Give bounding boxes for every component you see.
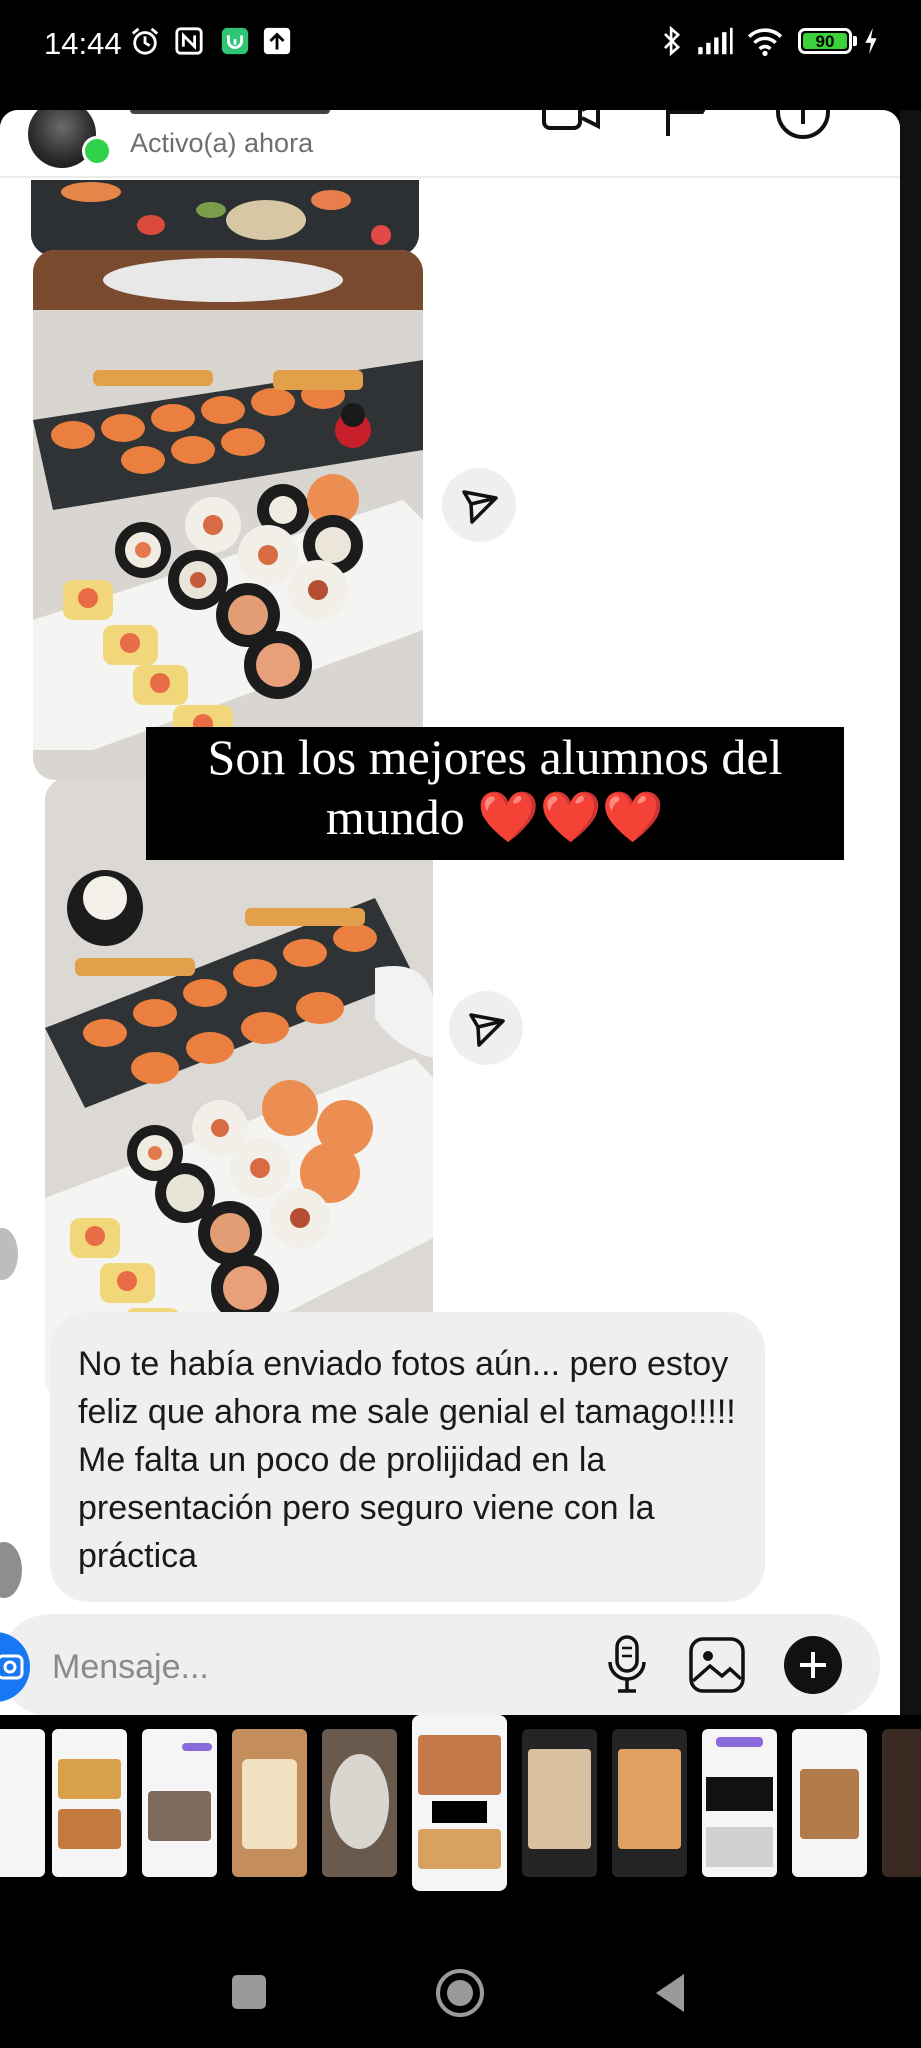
alarm-icon [131,27,159,55]
message-input-bar[interactable]: Mensaje... [0,1614,880,1715]
add-button[interactable] [784,1636,842,1694]
home-button[interactable] [434,1967,486,2019]
sushi-photo-2[interactable] [45,778,433,1400]
plus-icon [800,1652,826,1678]
story-thumbnail-strip [0,1715,921,1895]
story-thumbnail[interactable] [52,1729,127,1877]
story-thumbnail[interactable] [792,1729,867,1877]
charging-icon [865,27,877,55]
message-bubble: No te había enviado fotos aún... pero es… [50,1312,765,1602]
back-button[interactable] [650,1971,690,2015]
story-thumbnail[interactable] [322,1729,397,1877]
video-call-icon[interactable] [542,110,602,138]
story-thumbnail[interactable] [232,1729,307,1877]
frame-edge [900,110,921,1715]
story-frame: Activo(a) ahora No te había enviado foto… [0,110,900,1715]
sender-avatar [0,1228,18,1280]
story-thumbnail[interactable] [612,1729,687,1877]
gallery-icon[interactable] [688,1636,746,1694]
sender-avatar [0,1542,22,1598]
story-thumbnail-active[interactable] [412,1715,507,1891]
app-notification-icon [221,27,249,55]
story-thumbnail[interactable] [142,1729,217,1877]
send-icon [462,490,498,524]
contact-name-cropped [130,110,330,114]
share-button-1[interactable] [442,468,516,542]
nfc-icon [175,27,203,55]
upload-icon [263,27,291,55]
flag-icon[interactable] [664,110,714,138]
message-text: No te había enviado fotos aún... pero es… [78,1345,736,1575]
battery-tip [853,36,857,46]
recent-apps-button[interactable] [232,1975,266,2009]
sushi-photo-1[interactable] [33,250,423,780]
status-time: 14:44 [44,26,122,61]
battery-icon: 90 [798,28,852,54]
story-thumbnail[interactable] [522,1729,597,1877]
story-thumbnail[interactable] [702,1729,777,1877]
story-thumbnail[interactable] [0,1729,45,1877]
camera-button[interactable] [0,1632,30,1702]
share-button-2[interactable] [449,991,523,1065]
battery-level: 90 [803,33,847,50]
online-indicator [82,136,112,166]
info-icon[interactable] [774,110,832,144]
story-thumbnail[interactable] [882,1729,921,1877]
wifi-icon [747,28,783,56]
send-icon [469,1013,505,1047]
microphone-icon[interactable] [602,1634,652,1696]
message-input[interactable]: Mensaje... [52,1648,209,1687]
photo-previous-cropped[interactable] [31,180,419,256]
camera-icon [0,1654,24,1680]
signal-icon [698,27,733,55]
status-bar: 14:44 90 [0,0,921,110]
story-caption: Son los mejores alumnos del mundo ❤️❤️❤️ [146,727,844,860]
chat-header: Activo(a) ahora [0,110,900,178]
system-navigation-bar [0,1895,921,2048]
bluetooth-icon [664,26,681,56]
active-status: Activo(a) ahora [130,128,314,158]
